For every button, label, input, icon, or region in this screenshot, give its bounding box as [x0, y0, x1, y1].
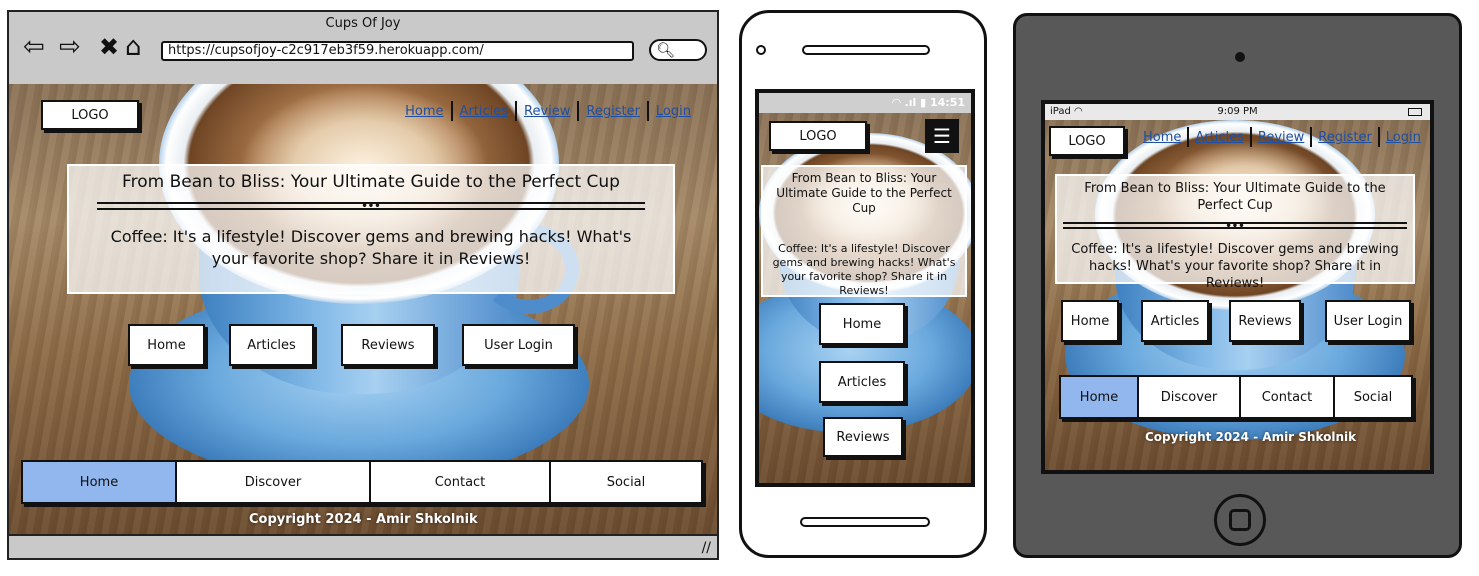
tablet-user-login-button[interactable]: User Login	[1325, 300, 1411, 342]
tablet-top-nav: Home Articles Review Register Login	[1143, 126, 1421, 147]
tablet-footer-nav: Home Discover Contact Social	[1059, 375, 1413, 419]
footer-nav: Home Discover Contact Social	[21, 460, 703, 504]
phone-status-bar: ◠ .ıl ▮ 14:51	[759, 93, 971, 113]
phone-screen: ◠ .ıl ▮ 14:51 LOGO ☰ From Bean to Bliss:…	[755, 89, 975, 487]
footer-tab-social[interactable]: Social	[551, 462, 701, 502]
tablet-status-time: 9:09 PM	[1217, 106, 1258, 117]
tablet-viewport: LOGO Home Articles Review Register Login Fro…	[1045, 120, 1430, 470]
tablet-footer-tab-home[interactable]: Home	[1061, 377, 1139, 417]
tablet-screen: iPad ◠ 9:09 PM LOGO Home Articles Review Re…	[1041, 100, 1434, 474]
phone-logo-box[interactable]: LOGO	[769, 121, 867, 151]
phone-hero-title: From Bean to Bliss: Your Ultimate Guide …	[776, 171, 952, 215]
tablet-reviews-button[interactable]: Reviews	[1229, 300, 1301, 342]
resize-grip-icon[interactable]: //	[702, 540, 711, 556]
window-title: Cups Of Joy	[325, 16, 401, 31]
phone-hero-box: From Bean to Bliss: Your Ultimate Guide …	[761, 165, 967, 297]
phone-speaker	[802, 45, 930, 55]
nav-link-review[interactable]: Review	[524, 104, 570, 119]
battery-icon	[1408, 108, 1422, 116]
phone-status-time: 14:51	[929, 96, 965, 109]
nav-link-register[interactable]: Register	[586, 104, 640, 119]
hero-text: Coffee: It's a lifestyle! Discover gems …	[110, 227, 632, 268]
close-x-icon[interactable]: ✖	[99, 34, 119, 60]
copyright-text: Copyright 2024 - Amir Shkolnik	[249, 512, 478, 527]
phone-reviews-button[interactable]: Reviews	[823, 417, 903, 457]
tablet-nav-link-review[interactable]: Review	[1258, 130, 1304, 145]
home-icon[interactable]: ⌂	[125, 34, 142, 60]
tablet-hero-box: From Bean to Bliss: Your Ultimate Guide …	[1055, 174, 1415, 291]
browser-status-bar: //	[9, 534, 717, 558]
hero-box: From Bean to Bliss: Your Ultimate Guide …	[67, 164, 675, 294]
tablet-footer-tab-contact[interactable]: Contact	[1241, 377, 1335, 417]
footer-tab-discover[interactable]: Discover	[177, 462, 371, 502]
phone-home-button[interactable]: Home	[819, 303, 905, 345]
reviews-button[interactable]: Reviews	[341, 324, 435, 366]
home-button[interactable]: Home	[128, 324, 205, 366]
phone-articles-button[interactable]: Articles	[819, 361, 905, 403]
browser-window: Cups Of Joy ⇦ ⇨ ✖ ⌂ https://cupsofjoy-c2…	[7, 10, 719, 560]
tablet-frame: iPad ◠ 9:09 PM LOGO Home Articles Review Re…	[1013, 13, 1462, 558]
phone-viewport: LOGO ☰ From Bean to Bliss: Your Ultimate…	[759, 113, 971, 483]
user-login-button[interactable]: User Login	[462, 324, 575, 366]
top-nav: Home Articles Review Register Login	[405, 100, 691, 121]
phone-camera-icon	[756, 45, 766, 55]
tablet-nav-link-articles[interactable]: Articles	[1195, 130, 1243, 145]
tablet-status-bar: iPad ◠ 9:09 PM	[1045, 104, 1430, 120]
footer-tab-contact[interactable]: Contact	[371, 462, 551, 502]
tablet-articles-button[interactable]: Articles	[1141, 300, 1209, 342]
tablet-copyright-text: Copyright 2024 - Amir Shkolnik	[1145, 430, 1357, 444]
nav-link-login[interactable]: Login	[656, 104, 691, 119]
logo-box[interactable]: LOGO	[41, 100, 139, 130]
phone-hero-text: Coffee: It's a lifestyle! Discover gems …	[772, 242, 956, 297]
search-box[interactable]: 🔍︎	[649, 39, 707, 61]
articles-button[interactable]: Articles	[229, 324, 314, 366]
tablet-home-button[interactable]: Home	[1061, 300, 1119, 342]
footer-tab-home[interactable]: Home	[23, 462, 177, 502]
nav-link-home[interactable]: Home	[405, 104, 443, 119]
tablet-nav-link-home[interactable]: Home	[1143, 130, 1181, 145]
hero-title: From Bean to Bliss: Your Ultimate Guide …	[122, 172, 620, 192]
phone-frame: ◠ .ıl ▮ 14:51 LOGO ☰ From Bean to Bliss:…	[739, 10, 987, 558]
tablet-hero-divider: •••	[1063, 222, 1407, 232]
hero-divider: •••	[97, 202, 645, 212]
forward-arrow-icon[interactable]: ⇨	[59, 34, 81, 60]
address-bar[interactable]: https://cupsofjoy-c2c917eb3f59.herokuapp…	[161, 41, 634, 61]
search-icon: 🔍︎	[656, 41, 676, 59]
tablet-home-button-icon[interactable]	[1214, 494, 1266, 546]
tablet-nav-link-register[interactable]: Register	[1318, 130, 1372, 145]
tablet-footer-tab-discover[interactable]: Discover	[1139, 377, 1241, 417]
phone-home-bar[interactable]	[800, 517, 930, 527]
browser-viewport: LOGO Home Articles Review Register Login Fro…	[9, 84, 717, 536]
tablet-logo-box[interactable]: LOGO	[1049, 126, 1125, 156]
tablet-hero-text: Coffee: It's a lifestyle! Discover gems …	[1071, 242, 1399, 291]
wifi-signal-icon: ◠ .ıl ▮	[892, 96, 930, 109]
hamburger-icon[interactable]: ☰	[925, 119, 959, 153]
tablet-footer-tab-social[interactable]: Social	[1335, 377, 1411, 417]
tablet-hero-title: From Bean to Bliss: Your Ultimate Guide …	[1084, 181, 1386, 213]
tablet-camera-icon	[1235, 52, 1245, 62]
nav-link-articles[interactable]: Articles	[460, 104, 508, 119]
tablet-nav-link-login[interactable]: Login	[1386, 130, 1421, 145]
back-arrow-icon[interactable]: ⇦	[23, 34, 45, 60]
